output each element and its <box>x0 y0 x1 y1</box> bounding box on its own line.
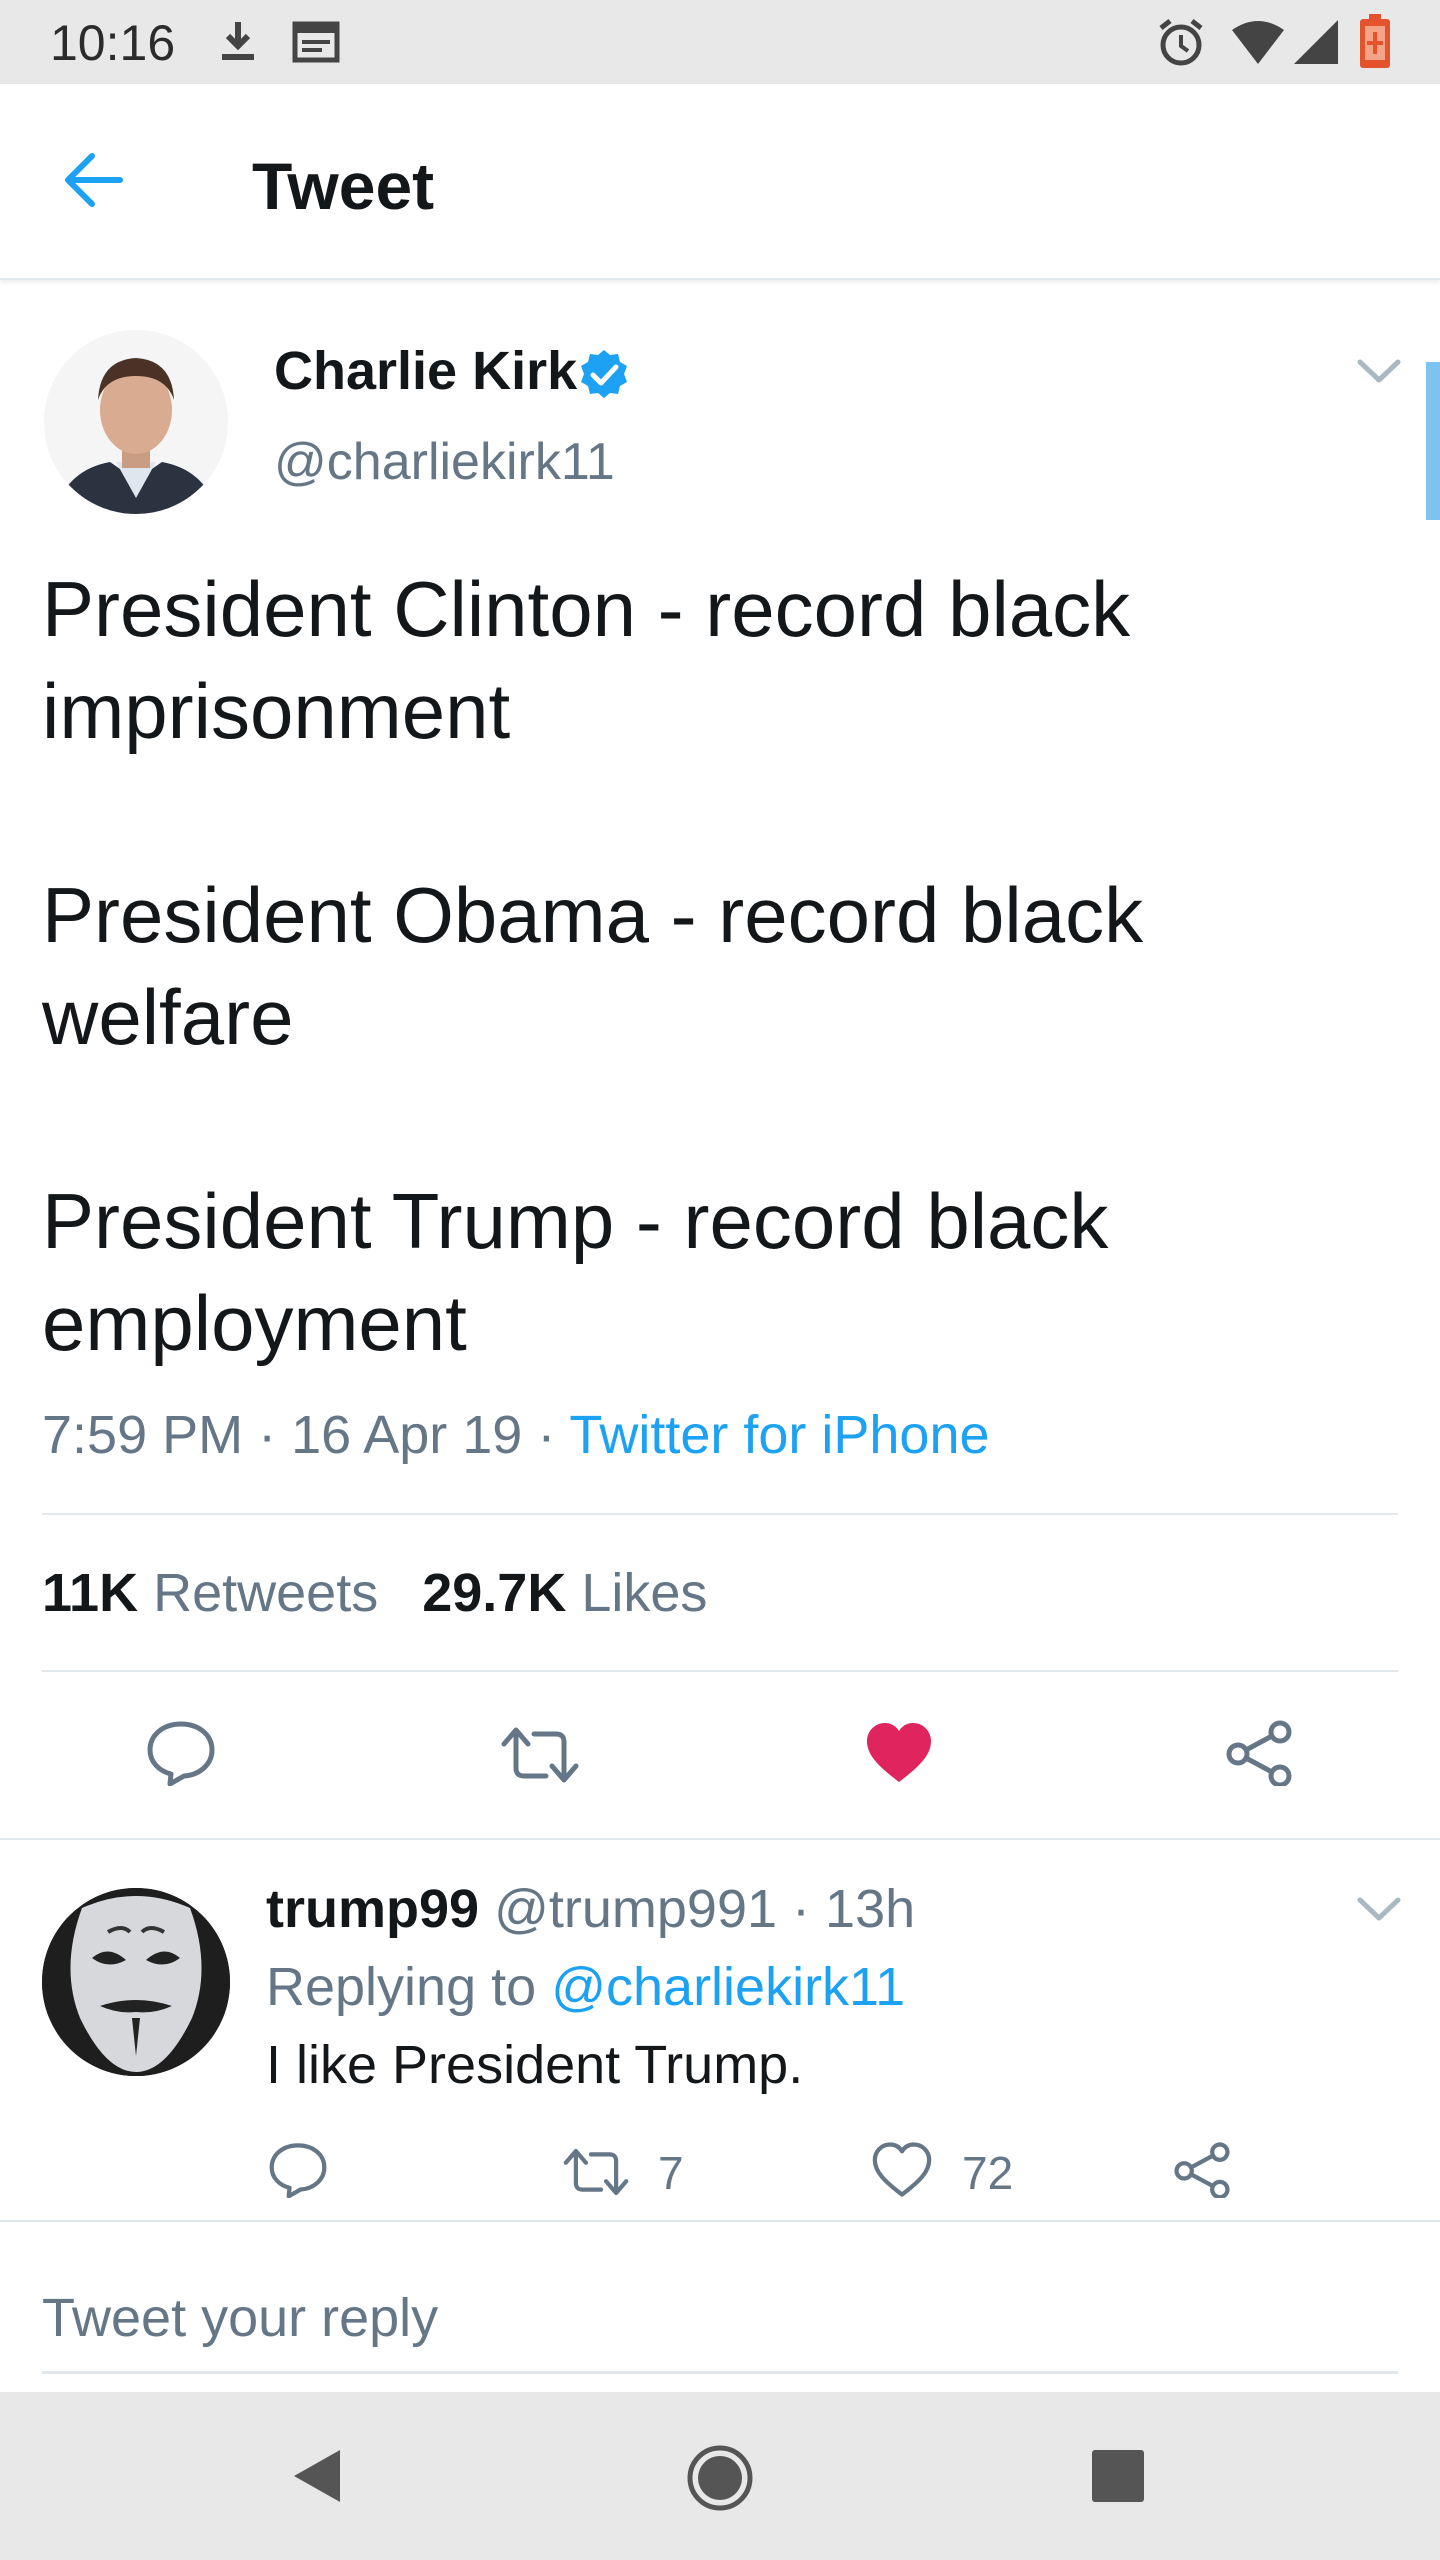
page-title: Tweet <box>252 149 435 223</box>
app-header: Tweet <box>0 84 1440 280</box>
status-time: 10:16 <box>50 15 176 71</box>
share-icon[interactable] <box>1224 1720 1294 1791</box>
verified-badge-icon <box>578 348 630 405</box>
mask-avatar-image <box>42 1888 230 2076</box>
reply-icon[interactable] <box>268 2142 328 2203</box>
replying-to-label: Replying to <box>266 1957 537 2017</box>
share-icon[interactable] <box>1172 2142 1232 2203</box>
retweet-icon[interactable] <box>562 2146 630 2203</box>
heart-filled-icon[interactable] <box>864 1720 934 1791</box>
author-avatar[interactable] <box>44 330 228 514</box>
divider <box>42 1513 1398 1515</box>
reply-author-handle[interactable]: @trump991 <box>494 1879 777 1939</box>
tweet-paragraph: President Obama - record black welfare <box>42 871 1144 1061</box>
retweets-count: 11K <box>42 1563 139 1623</box>
chevron-down-icon[interactable] <box>1356 1896 1402 1929</box>
meta-separator: · <box>792 1879 811 1939</box>
nav-home-icon[interactable] <box>686 2444 754 2517</box>
divider <box>42 1670 1398 1672</box>
tweet-date: 16 Apr 19 <box>291 1405 523 1465</box>
status-bar: 10:16 <box>0 0 1440 84</box>
likes-count: 29.7K <box>422 1563 567 1623</box>
author-name[interactable]: Charlie Kirk <box>274 340 577 402</box>
tweet-time: 7:59 PM <box>42 1405 244 1465</box>
reply-timestamp: 13h <box>825 1879 916 1939</box>
system-nav-bar <box>0 2392 1440 2560</box>
reply-compose-input[interactable] <box>42 2264 1398 2374</box>
retweets-label: Retweets <box>153 1563 379 1623</box>
tweet-metadata: 7:59 PM · 16 Apr 19 · Twitter for iPhone <box>42 1404 990 1466</box>
reply-text: I like President Trump. <box>266 2035 804 2095</box>
nav-recents-icon[interactable] <box>1090 2448 1146 2509</box>
section-divider <box>0 1838 1440 1840</box>
retweets-stat[interactable]: 11K Retweets <box>42 1563 378 1623</box>
alarm-icon <box>1156 18 1206 73</box>
author-handle[interactable]: @charliekirk11 <box>274 432 615 492</box>
tweet-source-link[interactable]: Twitter for iPhone <box>569 1405 989 1465</box>
replying-to-mention-link[interactable]: @charliekirk11 <box>551 1957 905 2017</box>
likes-stat[interactable]: 29.7K Likes <box>422 1563 707 1623</box>
tweet-stats: 11K Retweets 29.7K Likes <box>42 1562 707 1624</box>
tweet-paragraph: President Clinton - record black impriso… <box>42 565 1131 755</box>
heart-outline-icon[interactable] <box>872 2142 932 2203</box>
chevron-down-icon[interactable] <box>1356 358 1402 391</box>
reply-like-count: 72 <box>962 2147 1014 2199</box>
meta-separator: · <box>258 1405 292 1465</box>
battery-icon <box>1358 14 1392 75</box>
meta-separator: · <box>537 1405 570 1465</box>
scrollbar-thumb[interactable] <box>1426 362 1440 520</box>
reply-retweet-count: 7 <box>658 2147 684 2199</box>
reply-header: trump99 @trump991 · 13h <box>266 1878 915 1940</box>
likes-label: Likes <box>581 1563 708 1623</box>
reply-author-avatar[interactable] <box>42 1888 230 2076</box>
reply-author-name[interactable]: trump99 <box>266 1879 479 1939</box>
replying-to: Replying to @charliekirk11 <box>266 1956 905 2018</box>
tweet-paragraph: President Trump - record black employmen… <box>42 1177 1109 1367</box>
section-divider <box>0 2220 1440 2222</box>
reply-icon[interactable] <box>146 1720 216 1791</box>
download-icon <box>216 18 260 71</box>
author-avatar-image <box>44 330 228 514</box>
back-arrow-icon[interactable] <box>62 152 124 213</box>
retweet-icon[interactable] <box>500 1724 580 1791</box>
nav-back-icon[interactable] <box>290 2446 344 2511</box>
signal-icon <box>1292 18 1340 71</box>
wifi-icon <box>1230 18 1286 71</box>
calendar-icon <box>292 18 340 69</box>
tweet-text: President Clinton - record black impriso… <box>42 558 1402 1374</box>
